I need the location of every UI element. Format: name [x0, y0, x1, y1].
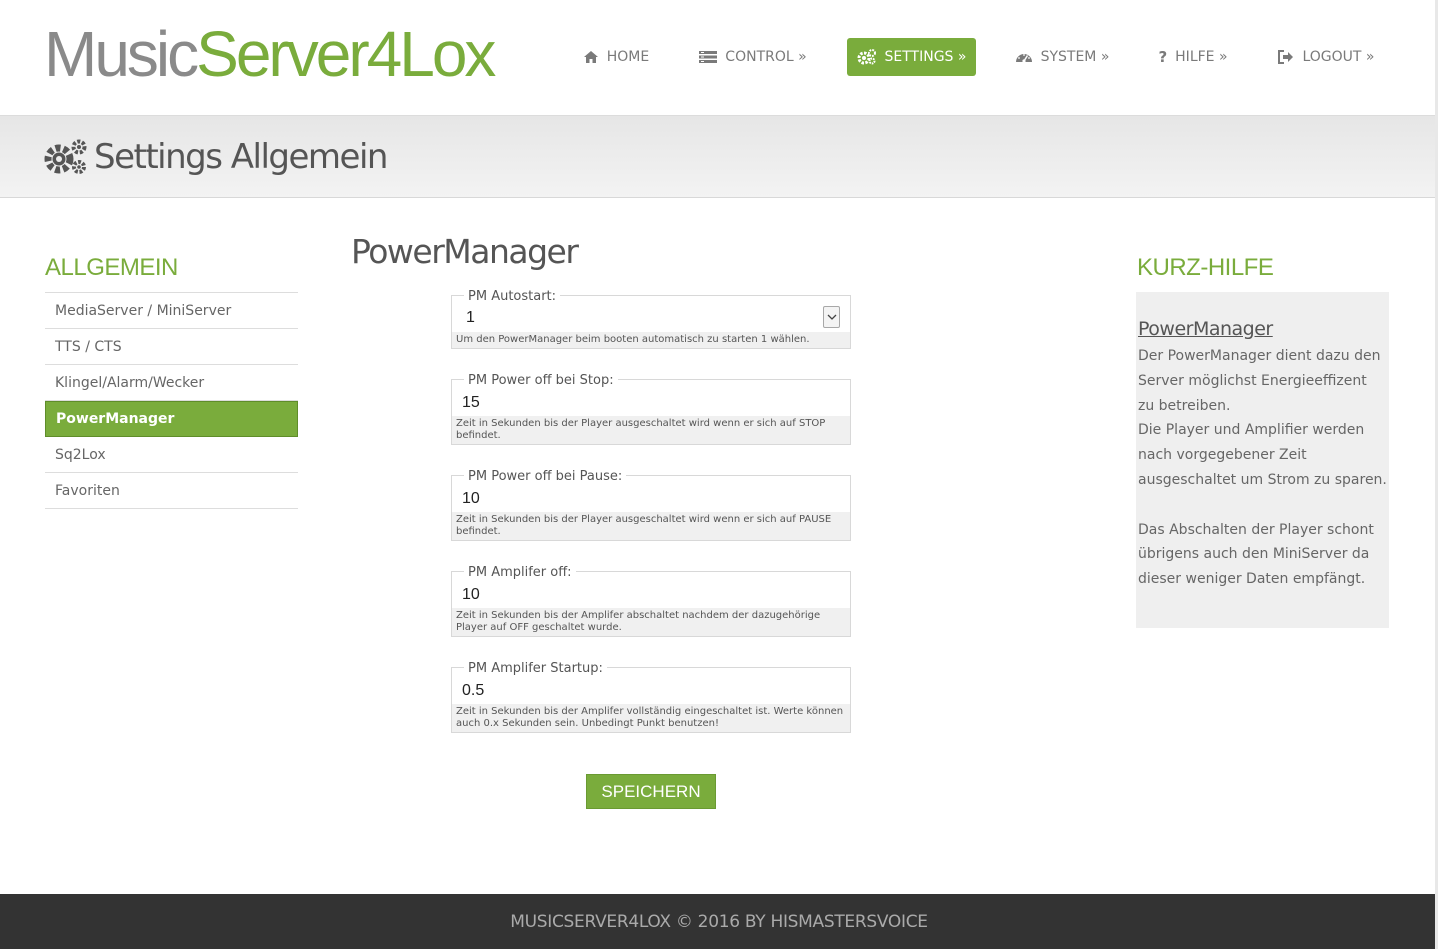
- dashboard-icon: [1015, 54, 1032, 63]
- pm-autostart-dropdown-button[interactable]: [823, 306, 840, 328]
- pm-amplifer-off-input[interactable]: [462, 585, 822, 605]
- sidebar-item-klingel-alarm-wecker[interactable]: Klingel/Alarm/Wecker: [45, 365, 298, 401]
- pm-amplifer-off-hint: Zeit in Sekunden bis der Amplifer abscha…: [452, 608, 850, 636]
- title-band: Settings Allgemein: [0, 116, 1438, 198]
- footer-text: MusicServer4Lox © 2016 by HisMastersVoic…: [510, 911, 928, 932]
- nav-settings[interactable]: Settings »: [847, 38, 976, 76]
- list-icon: [699, 51, 718, 63]
- sidebar-item-powermanager[interactable]: PowerManager: [45, 401, 298, 437]
- section-title: PowerManager: [351, 232, 579, 271]
- pm-poweroff-stop-input[interactable]: [462, 393, 822, 413]
- help-box: PowerManager Der PowerManager dient dazu…: [1136, 292, 1389, 628]
- nav-control-label: Control »: [725, 49, 807, 65]
- sidebar-item-sq2lox[interactable]: Sq2Lox: [45, 437, 298, 473]
- nav-system-label: System »: [1040, 49, 1110, 65]
- help-paragraph-3: Das Abschalten der Player schont übrigen…: [1138, 521, 1374, 588]
- question-icon: ?: [1158, 48, 1168, 66]
- help-spacer: [1138, 493, 1387, 518]
- nav-settings-label: Settings »: [884, 49, 967, 65]
- pm-amplifer-startup-field: PM Amplifer Startup: Zeit in Sekunden bi…: [451, 661, 851, 733]
- nav-home-label: Home: [606, 49, 650, 65]
- pm-poweroff-pause-label: PM Power off bei Pause:: [464, 469, 627, 485]
- help-title[interactable]: PowerManager: [1138, 318, 1387, 340]
- nav-logout-label: Logout »: [1302, 49, 1375, 65]
- pm-poweroff-stop-label: PM Power off bei Stop:: [464, 373, 618, 389]
- home-icon: [583, 51, 598, 63]
- nav-hilfe[interactable]: ? Hilfe »: [1150, 38, 1236, 76]
- chevron-down-icon: [827, 314, 836, 320]
- help-paragraph-2: Die Player und Amplifier werden nach vor…: [1138, 422, 1387, 488]
- pm-poweroff-pause-input[interactable]: [462, 489, 822, 509]
- sidebar-menu: MediaServer / MiniServer TTS / CTS Kling…: [45, 292, 298, 509]
- sidebar-item-mediaserver[interactable]: MediaServer / MiniServer: [45, 293, 298, 329]
- gears-icon: [857, 49, 876, 65]
- pm-poweroff-pause-field: PM Power off bei Pause: Zeit in Sekunden…: [451, 469, 851, 541]
- nav-logout[interactable]: Logout »: [1266, 38, 1386, 76]
- logout-icon: [1278, 50, 1294, 64]
- pm-amplifer-startup-hint: Zeit in Sekunden bis der Amplifer vollst…: [452, 704, 850, 732]
- pm-amplifer-startup-input[interactable]: [462, 681, 822, 701]
- pm-amplifer-off-label: PM Amplifer off:: [464, 565, 576, 581]
- header: MusicServer4Lox Home Control » Settings …: [0, 0, 1438, 116]
- pm-amplifer-startup-label: PM Amplifer Startup:: [464, 661, 607, 677]
- page-title-text: Settings Allgemein: [94, 137, 388, 177]
- save-button[interactable]: SPEICHERN: [586, 774, 716, 809]
- nav-control[interactable]: Control »: [688, 38, 818, 76]
- sidebar-heading: Allgemein: [45, 254, 178, 281]
- pm-amplifer-off-field: PM Amplifer off: Zeit in Sekunden bis de…: [451, 565, 851, 637]
- logo-part-music: Music: [44, 18, 199, 90]
- nav-hilfe-label: Hilfe »: [1175, 49, 1228, 65]
- nav-system[interactable]: System »: [1004, 38, 1120, 76]
- pm-poweroff-stop-field: PM Power off bei Stop: Zeit in Sekunden …: [451, 373, 851, 445]
- sidebar-item-favoriten[interactable]: Favoriten: [45, 473, 298, 509]
- sidebar-item-tts-cts[interactable]: TTS / CTS: [45, 329, 298, 365]
- pm-poweroff-pause-hint: Zeit in Sekunden bis der Player ausgesch…: [452, 512, 850, 540]
- gears-icon: [44, 139, 87, 174]
- help-heading: Kurz-Hilfe: [1137, 254, 1274, 281]
- footer: MusicServer4Lox © 2016 by HisMastersVoic…: [0, 894, 1438, 949]
- page-title: Settings Allgemein: [44, 134, 388, 180]
- pm-autostart-field: PM Autostart: 1 Um den PowerManager beim…: [451, 289, 851, 349]
- logo[interactable]: MusicServer4Lox: [44, 18, 496, 90]
- help-paragraph-1: Der PowerManager dient dazu den Server m…: [1138, 348, 1381, 414]
- pm-autostart-select[interactable]: 1: [466, 309, 826, 329]
- logo-part-server4lox: Server4Lox: [196, 18, 496, 90]
- pm-poweroff-stop-hint: Zeit in Sekunden bis der Player ausgesch…: [452, 416, 850, 444]
- pm-autostart-label: PM Autostart:: [464, 289, 561, 305]
- nav-home[interactable]: Home: [568, 38, 664, 76]
- pm-autostart-hint: Um den PowerManager beim booten automati…: [452, 332, 850, 348]
